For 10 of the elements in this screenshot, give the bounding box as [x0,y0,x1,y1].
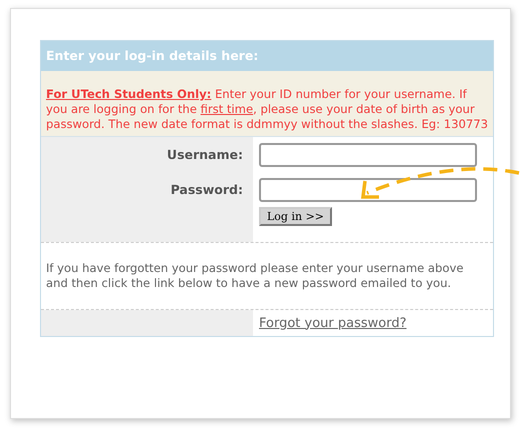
field-label: Password: [170,182,243,197]
notice-text: For UTech Students Only: Enter your ID number for your username. If you are logging on for the first time, please use your date of birth as your password. The new date format is ddmmyy without the slashes. Eg: 130773 [41,71,493,136]
panel-header: Enter your log-in details here: [41,41,493,71]
field-label: Username: [166,147,243,162]
first-time-link[interactable]: first time [200,102,254,116]
input-field[interactable] [259,142,477,166]
help-text: If you have forgotten your password please enter your username above and then click the link below to have a new password emailed to you. [41,242,493,309]
login-button[interactable]: Log in >> [259,207,332,226]
forgot-password-link[interactable]: Forgot your password? [259,316,407,330]
input-field[interactable] [259,178,477,202]
